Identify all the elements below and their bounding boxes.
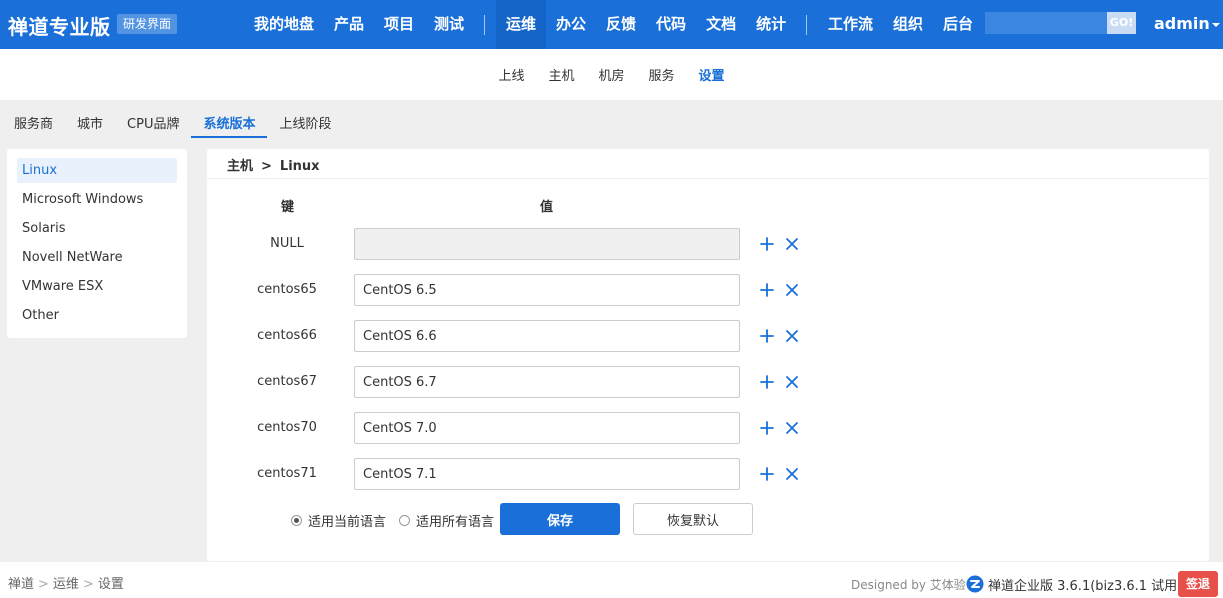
- sidebar-item-other[interactable]: Other: [17, 303, 177, 328]
- column-header-key: 键: [281, 200, 295, 215]
- breadcrumb: 主机 > Linux: [227, 155, 320, 174]
- nav-item-my[interactable]: 我的地盘: [244, 0, 324, 49]
- footer-breadcrumb: 禅道 > 运维 > 设置: [8, 573, 124, 592]
- subnav-item-service[interactable]: 服务: [637, 65, 687, 84]
- radio-all-languages[interactable]: 适用所有语言: [399, 511, 494, 530]
- column-header-value: 值: [540, 200, 554, 215]
- radio-label: 适用所有语言: [416, 515, 495, 530]
- search-go-button[interactable]: GO!: [1107, 12, 1136, 34]
- nav-divider: [484, 14, 486, 35]
- row-value-input[interactable]: [354, 412, 740, 444]
- sidebar-item-solaris[interactable]: Solaris: [17, 216, 177, 241]
- nav-item-ops[interactable]: 运维: [496, 0, 547, 49]
- nav-item-report[interactable]: 统计: [746, 0, 796, 49]
- row-value-input[interactable]: [354, 366, 740, 398]
- main-nav-right: 工作流 组织 后台: [818, 0, 983, 49]
- sidebar-item-linux[interactable]: Linux: [17, 158, 177, 183]
- add-row-icon[interactable]: [758, 281, 776, 299]
- nav-item-project[interactable]: 项目: [374, 0, 424, 49]
- radio-button[interactable]: [399, 515, 410, 526]
- search-input[interactable]: [985, 12, 1107, 34]
- chevron-right-icon: >: [38, 577, 49, 592]
- add-row-icon[interactable]: [758, 465, 776, 483]
- breadcrumb-root[interactable]: 主机: [227, 159, 253, 174]
- row-value-input[interactable]: [354, 458, 740, 490]
- reset-default-button[interactable]: 恢复默认: [633, 503, 753, 535]
- nav-item-feedback[interactable]: 反馈: [596, 0, 646, 49]
- nav-item-product[interactable]: 产品: [324, 0, 374, 49]
- signout-button[interactable]: 签退: [1178, 571, 1218, 597]
- nav-divider: [806, 14, 808, 35]
- row-key-label: centos70: [257, 420, 317, 435]
- add-row-icon[interactable]: [758, 327, 776, 345]
- delete-row-icon[interactable]: [783, 419, 801, 437]
- top-navbar: 禅道专业版 研发界面 我的地盘 产品 项目 测试 运维 办公 反馈 代码 文档 …: [0, 0, 1223, 49]
- interface-badge[interactable]: 研发界面: [117, 14, 178, 34]
- tab-cpu-brand[interactable]: CPU品牌: [115, 112, 191, 138]
- subnav-item-host[interactable]: 主机: [536, 65, 586, 84]
- radio-button[interactable]: [291, 515, 302, 526]
- zentao-logo-icon: [966, 575, 984, 593]
- main-panel: 主机 > Linux 键 值 NULL centos65 centos66 centos6…: [207, 149, 1209, 561]
- tab-os-version[interactable]: 系统版本: [191, 112, 268, 138]
- caret-down-icon: [1211, 22, 1220, 27]
- footer-crumb-settings: 设置: [97, 577, 124, 592]
- user-name: admin: [1154, 14, 1210, 33]
- chevron-right-icon: >: [261, 159, 272, 174]
- nav-item-admin[interactable]: 后台: [933, 0, 983, 49]
- row-key-label: centos71: [257, 466, 317, 481]
- row-value-input[interactable]: [354, 320, 740, 352]
- radio-label: 适用当前语言: [308, 515, 387, 530]
- nav-item-workflow[interactable]: 工作流: [818, 0, 883, 49]
- breadcrumb-current: Linux: [279, 159, 320, 174]
- subnav-item-settings[interactable]: 设置: [687, 65, 737, 84]
- subnav-item-serverroom[interactable]: 机房: [586, 65, 636, 84]
- footer-crumb-home[interactable]: 禅道: [8, 577, 34, 592]
- main-nav-left: 我的地盘 产品 项目 测试: [244, 0, 495, 49]
- delete-row-icon[interactable]: [783, 235, 801, 253]
- tab-provider[interactable]: 服务商: [2, 112, 65, 138]
- save-button[interactable]: 保存: [500, 503, 620, 535]
- row-value-input[interactable]: [354, 274, 740, 306]
- version-text[interactable]: 禅道企业版 3.6.1(biz3.6.1 试用): [988, 575, 1182, 594]
- tab-city[interactable]: 城市: [65, 112, 115, 138]
- nav-item-oa[interactable]: 办公: [546, 0, 596, 49]
- delete-row-icon[interactable]: [783, 465, 801, 483]
- subnav-item-deploy[interactable]: 上线: [486, 65, 536, 84]
- row-key-label: centos65: [257, 282, 317, 297]
- add-row-icon[interactable]: [758, 419, 776, 437]
- user-menu[interactable]: admin: [1154, 14, 1220, 33]
- nav-item-code[interactable]: 代码: [646, 0, 696, 49]
- delete-row-icon[interactable]: [783, 373, 801, 391]
- settings-tabs: 服务商 城市 CPU品牌 系统版本 上线阶段: [0, 112, 344, 138]
- footer-crumb-ops[interactable]: 运维: [53, 577, 79, 592]
- os-list-panel: Linux Microsoft Windows Solaris Novell N…: [7, 149, 187, 338]
- designed-by-text[interactable]: Designed by 艾体验: [851, 576, 966, 593]
- brand-title[interactable]: 禅道专业版: [8, 11, 111, 40]
- add-row-icon[interactable]: [758, 235, 776, 253]
- tab-deploy-stage[interactable]: 上线阶段: [267, 112, 343, 138]
- sub-navbar: 上线 主机 机房 服务 设置: [0, 49, 1223, 100]
- sidebar-item-netware[interactable]: Novell NetWare: [17, 245, 177, 270]
- sidebar-item-windows[interactable]: Microsoft Windows: [17, 187, 177, 212]
- row-value-input[interactable]: [354, 228, 740, 260]
- radio-current-language[interactable]: 适用当前语言: [291, 511, 386, 530]
- divider: [207, 178, 1209, 179]
- nav-item-company[interactable]: 组织: [883, 0, 933, 49]
- chevron-right-icon: >: [82, 577, 94, 592]
- row-key-label: centos66: [257, 328, 317, 343]
- main-nav-mid: 运维 办公 反馈 代码 文档 统计: [496, 0, 817, 49]
- delete-row-icon[interactable]: [783, 327, 801, 345]
- footer: 禅道 > 运维 > 设置 Designed by 艾体验 禅道企业版 3.6.1(biz…: [0, 561, 1223, 598]
- sidebar-item-vmware[interactable]: VMware ESX: [17, 274, 177, 299]
- add-row-icon[interactable]: [758, 373, 776, 391]
- row-key-label: NULL: [270, 236, 304, 251]
- delete-row-icon[interactable]: [783, 281, 801, 299]
- nav-item-doc[interactable]: 文档: [696, 0, 746, 49]
- row-key-label: centos67: [257, 374, 317, 389]
- nav-item-qa[interactable]: 测试: [424, 0, 474, 49]
